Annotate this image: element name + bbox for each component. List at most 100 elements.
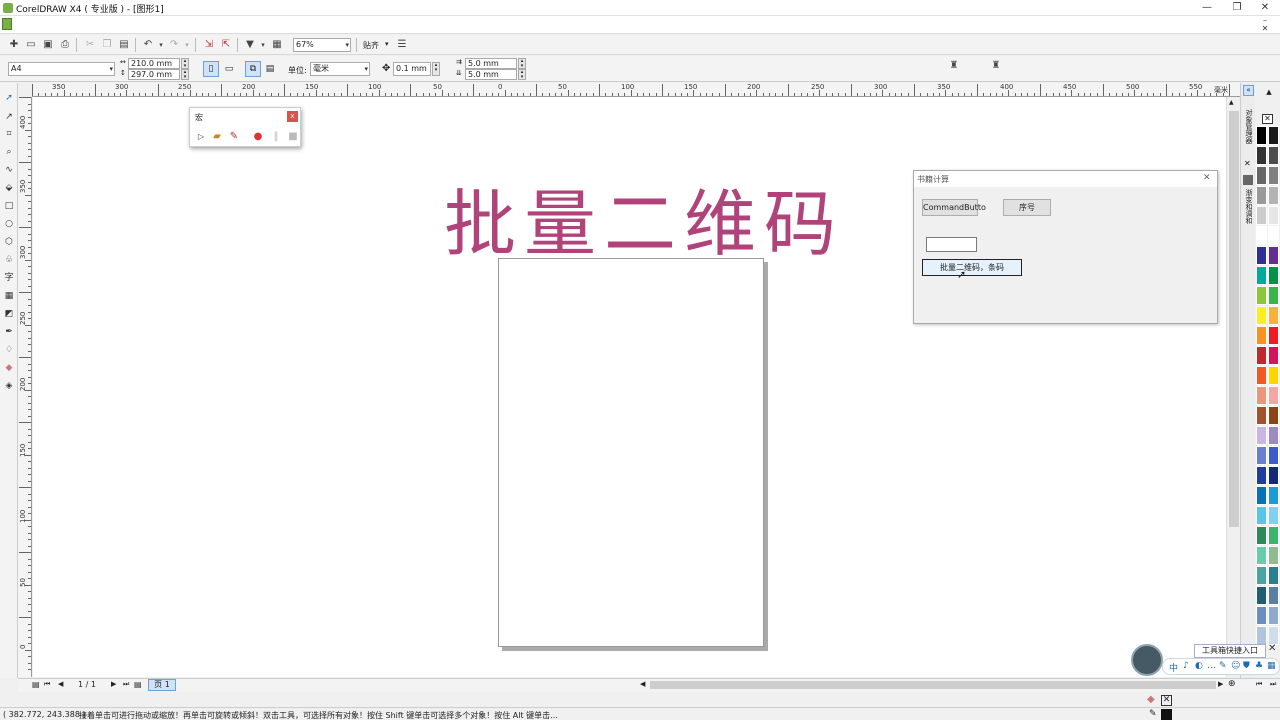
palette-color-swatch[interactable] <box>1256 166 1267 185</box>
palette-color-swatch[interactable] <box>1268 426 1279 445</box>
scroll-up-icon[interactable]: ▲ <box>1229 99 1234 106</box>
macro-manager-icon[interactable]: ▰ <box>211 131 223 143</box>
blend-docker-tab[interactable]: 渐变和调和 <box>1244 189 1253 224</box>
palette-color-swatch[interactable] <box>1256 566 1267 585</box>
application-launcher-icon[interactable]: ▼ <box>244 39 256 51</box>
duplicate-x-field[interactable]: 5.0 mm <box>465 58 517 69</box>
toolbox-shortcut-tooltip[interactable]: 工具箱快捷入口 <box>1194 644 1266 658</box>
all-pages-icon[interactable]: ⧉ <box>245 61 261 77</box>
ime-skin-icon[interactable]: ⛊ <box>1243 661 1250 671</box>
landscape-icon[interactable]: ▭ <box>221 61 237 77</box>
no-color-swatch[interactable]: ✕ <box>1262 114 1273 124</box>
palette-scroll-up-icon[interactable]: ▲ <box>1258 86 1280 98</box>
duplicate-x-spinner[interactable]: ▴ ▾ <box>518 58 526 69</box>
ime-more-icon[interactable]: … <box>1207 661 1216 671</box>
macro-record-icon[interactable]: ● <box>252 131 264 143</box>
interactive-blend-icon[interactable]: ◩ <box>2 307 16 321</box>
next-page-icon[interactable]: ▶ <box>111 680 116 688</box>
snap-to-menu[interactable]: 贴齐 <box>363 40 379 51</box>
ime-grid-icon[interactable]: ▦ <box>1267 661 1276 671</box>
vertical-scrollbar[interactable]: ▲ <box>1226 97 1240 677</box>
smart-fill-icon[interactable]: ⬙ <box>2 181 16 195</box>
palette-color-swatch[interactable] <box>1268 286 1279 305</box>
page-width-spinner[interactable]: ▴ ▾ <box>181 58 189 69</box>
undo-icon[interactable]: ↶ <box>142 39 154 51</box>
macro-pause-icon[interactable]: ‖ <box>270 131 282 143</box>
palette-color-swatch[interactable] <box>1256 226 1267 245</box>
palette-color-swatch[interactable] <box>1256 426 1267 445</box>
zoom-navigator-icon[interactable]: ⊕ <box>1228 679 1236 689</box>
palette-color-swatch[interactable] <box>1256 506 1267 525</box>
units-combo[interactable]: 毫米 ▾ <box>310 62 370 76</box>
vertical-scroll-thumb[interactable] <box>1229 111 1239 527</box>
palette-color-swatch[interactable] <box>1268 506 1279 525</box>
palette-color-swatch[interactable] <box>1268 546 1279 565</box>
palette-color-swatch[interactable] <box>1256 366 1267 385</box>
palette-color-swatch[interactable] <box>1256 466 1267 485</box>
vertical-ruler[interactable]: 400 350 300 250 200 150 100 50 0 <box>18 97 32 677</box>
assistant-avatar[interactable] <box>1131 644 1163 676</box>
palette-color-swatch[interactable] <box>1268 586 1279 605</box>
palette-scroll-first-icon[interactable]: ⏮ <box>1256 680 1262 689</box>
interactive-fill-icon[interactable]: ◈ <box>2 379 16 393</box>
redo-dropdown-icon[interactable]: ▾ <box>181 39 193 51</box>
launcher-dropdown-icon[interactable]: ▾ <box>257 39 269 51</box>
ime-settings-icon[interactable]: ♣ <box>1255 661 1263 671</box>
macro-edit-icon[interactable]: ♜ <box>990 60 1002 72</box>
document-icon[interactable] <box>2 18 12 30</box>
first-page-icon[interactable]: ⏮ <box>44 680 50 689</box>
eyedropper-icon[interactable]: ✒ <box>2 325 16 339</box>
freehand-tool-icon[interactable]: ∿ <box>2 163 16 177</box>
portrait-icon[interactable]: ▯ <box>203 61 219 77</box>
duplicate-y-spinner[interactable]: ▴ ▾ <box>518 69 526 80</box>
page-height-spinner[interactable]: ▴ ▾ <box>181 69 189 80</box>
ime-chinese-mode[interactable]: 中 <box>1169 661 1178 674</box>
add-page-icon[interactable]: ▤ <box>32 680 42 690</box>
macro-run-icon[interactable]: ▷ <box>195 131 207 143</box>
palette-color-swatch[interactable] <box>1268 146 1279 165</box>
outline-indicator-icon[interactable]: ✎ <box>1149 709 1157 719</box>
palette-color-swatch[interactable] <box>1256 406 1267 425</box>
copy-icon[interactable]: ❐ <box>101 39 113 51</box>
palette-color-swatch[interactable] <box>1256 246 1267 265</box>
palette-color-swatch[interactable] <box>1268 346 1279 365</box>
rectangle-tool-icon[interactable]: □ <box>2 199 16 213</box>
horizontal-ruler[interactable]: 350 300 250 200 150 100 50 0 50 100 150 … <box>32 83 1240 97</box>
palette-color-swatch[interactable] <box>1256 386 1267 405</box>
crop-tool-icon[interactable]: ⌗ <box>2 127 16 141</box>
palette-color-swatch[interactable] <box>1268 446 1279 465</box>
palette-color-swatch[interactable] <box>1256 286 1267 305</box>
palette-color-swatch[interactable] <box>1256 326 1267 345</box>
tooltip-close-icon[interactable]: ✕ <box>1268 643 1276 654</box>
page-width-field[interactable]: 210.0 mm <box>128 58 180 69</box>
palette-color-swatch[interactable] <box>1268 406 1279 425</box>
ellipse-tool-icon[interactable]: ○ <box>2 217 16 231</box>
palette-color-swatch[interactable] <box>1268 606 1279 625</box>
palette-color-swatch[interactable] <box>1268 186 1279 205</box>
outline-tool-icon[interactable]: ♢ <box>2 343 16 357</box>
ime-fullwidth-icon[interactable]: ◐ <box>1195 661 1203 671</box>
macro-editor-icon[interactable]: ✎ <box>228 131 240 143</box>
ime-tools-icon[interactable]: ✎ <box>1219 661 1227 671</box>
duplicate-y-field[interactable]: 5.0 mm <box>465 69 517 80</box>
zoom-level-combo[interactable]: 67% ▾ <box>293 38 351 52</box>
options-icon[interactable]: ☰ <box>396 39 408 51</box>
palette-color-swatch[interactable] <box>1268 226 1279 245</box>
docker-tab-icon[interactable] <box>1243 175 1253 185</box>
shape-tool-icon[interactable]: ↗ <box>2 110 16 124</box>
paste-icon[interactable]: ▤ <box>118 39 130 51</box>
dialog-text-field[interactable] <box>926 237 977 252</box>
fill-indicator-icon[interactable]: ◆ <box>1147 694 1155 705</box>
nudge-distance-field[interactable]: 0.1 mm <box>393 62 431 76</box>
palette-color-swatch[interactable] <box>1268 466 1279 485</box>
basic-shapes-icon[interactable]: ♧ <box>2 253 16 267</box>
redo-icon[interactable]: ↷ <box>168 39 180 51</box>
palette-color-swatch[interactable] <box>1256 586 1267 605</box>
no-fill-swatch[interactable]: ✕ <box>1161 695 1172 706</box>
palette-color-swatch[interactable] <box>1256 526 1267 545</box>
page-tab-1[interactable]: 页 1 <box>148 679 176 691</box>
palette-color-swatch[interactable] <box>1268 266 1279 285</box>
print-icon[interactable]: ⎙ <box>59 39 71 51</box>
palette-scroll-last-icon[interactable]: ⏭ <box>1270 680 1276 689</box>
minimize-button[interactable]: — <box>1192 0 1222 15</box>
